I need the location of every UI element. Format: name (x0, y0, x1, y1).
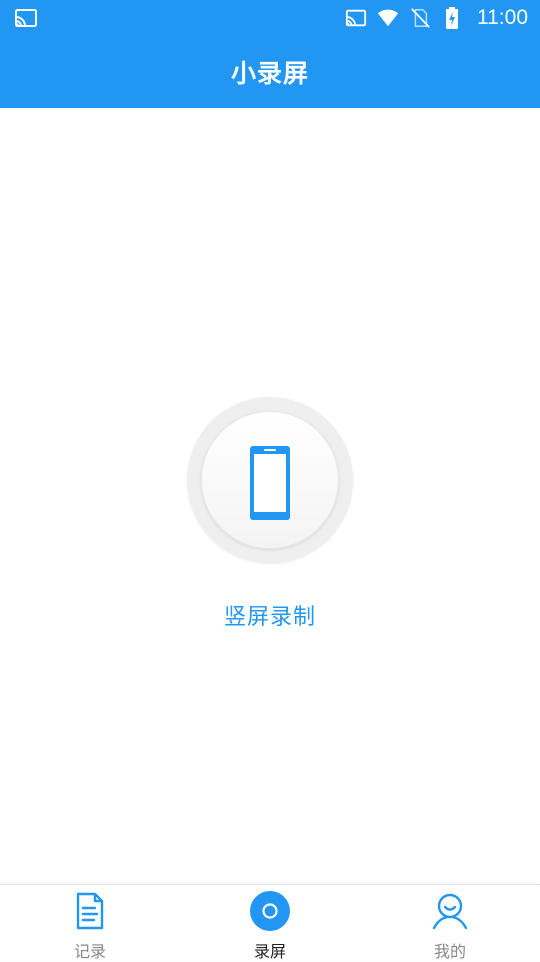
record-mode-label[interactable]: 竖屏录制 (0, 599, 540, 631)
main-content: 竖屏录制 (0, 108, 540, 884)
nav-item-record-screen[interactable]: 录屏 (180, 885, 360, 961)
status-bar: 11:00 (0, 0, 540, 36)
phone-portrait-icon (250, 446, 290, 520)
user-icon (432, 893, 468, 930)
record-circle-icon (250, 891, 290, 931)
nav-label-profile: 我的 (433, 942, 466, 961)
status-icons: 11:00 (345, 0, 528, 36)
record-button-face[interactable] (201, 411, 339, 549)
nav-label-records: 记录 (73, 942, 106, 961)
document-icon (76, 892, 104, 930)
app-header: 小录屏 (0, 36, 540, 108)
portrait-record-button[interactable] (187, 397, 353, 563)
cast-icon (345, 9, 367, 27)
page-title: 小录屏 (230, 59, 309, 88)
bottom-nav: 记录 录屏 我的 (0, 884, 540, 961)
nav-item-records[interactable]: 记录 (0, 885, 180, 961)
no-sim-icon (411, 8, 430, 28)
wifi-icon (377, 9, 399, 27)
cast-icon (15, 9, 37, 27)
battery-charging-icon (446, 7, 458, 29)
clock: 11:00 (477, 6, 528, 29)
nav-item-profile[interactable]: 我的 (360, 885, 540, 961)
nav-label-record-screen: 录屏 (253, 942, 286, 961)
